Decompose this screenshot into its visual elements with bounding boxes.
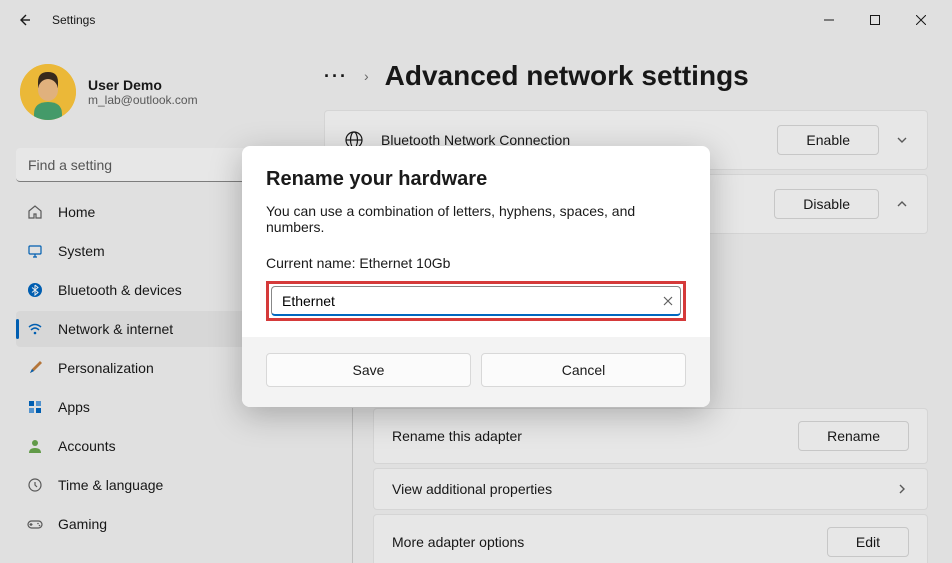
dialog-description: You can use a combination of letters, hy…	[266, 203, 686, 235]
dialog-current-name: Current name: Ethernet 10Gb	[266, 255, 686, 271]
clear-input-button[interactable]	[663, 293, 673, 309]
save-button[interactable]: Save	[266, 353, 471, 387]
dialog-actions: Save Cancel	[242, 337, 710, 407]
rename-dialog: Rename your hardware You can use a combi…	[242, 146, 710, 407]
cancel-button[interactable]: Cancel	[481, 353, 686, 387]
rename-input[interactable]	[271, 286, 681, 316]
dialog-title: Rename your hardware	[266, 168, 686, 191]
dialog-input-highlight	[266, 281, 686, 321]
close-icon	[663, 296, 673, 306]
modal-overlay: Rename your hardware You can use a combi…	[0, 0, 952, 563]
